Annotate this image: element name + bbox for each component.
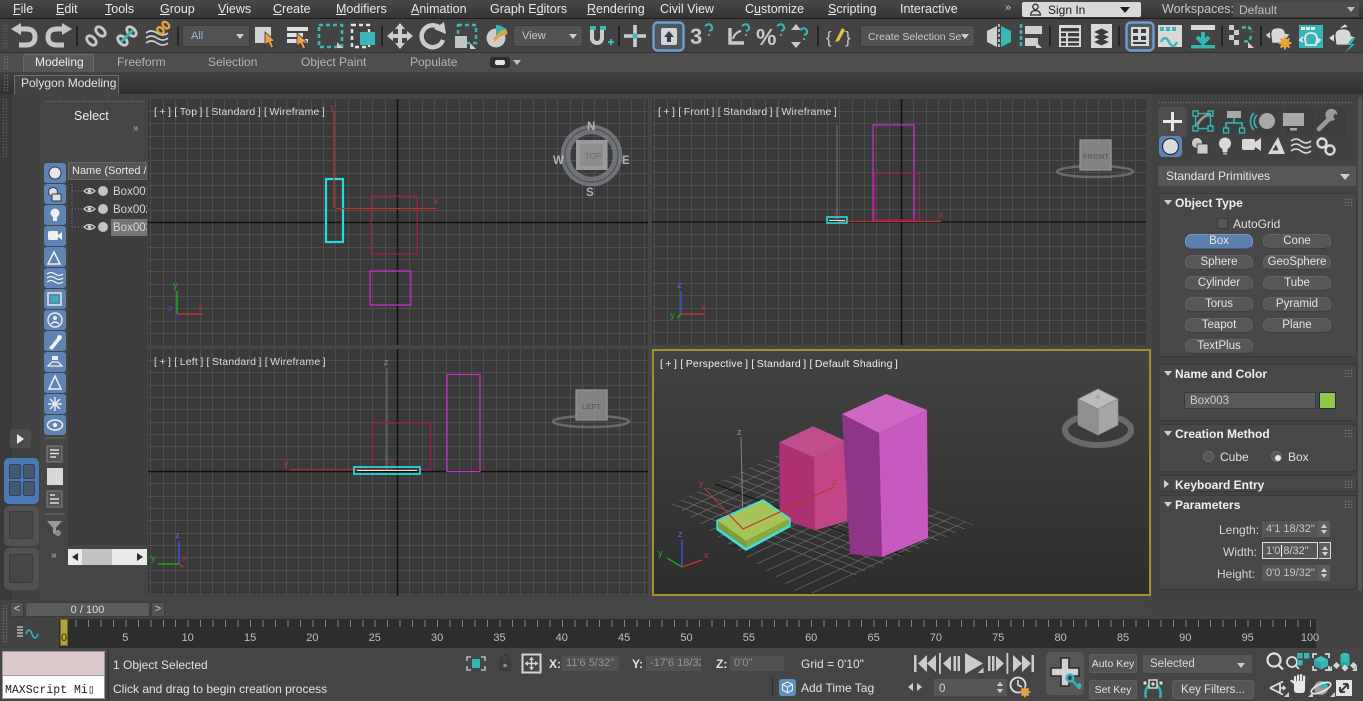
svg-text:y: y [330,102,335,112]
svg-text:Box003: Box003 [113,222,147,234]
svg-text:N: N [587,121,595,133]
svg-text:y: y [284,458,289,468]
svg-text:y: y [658,548,663,559]
svg-text:Box001: Box001 [113,186,147,198]
svg-text:x: x [182,553,187,564]
svg-text:z: z [384,357,389,367]
svg-text:E: E [622,155,630,167]
svg-text:S: S [586,187,594,199]
svg-text:Box002: Box002 [113,204,147,216]
svg-text:W: W [553,155,564,167]
svg-text:LEFT: LEFT [582,402,601,411]
svg-text:x: x [434,196,439,206]
svg-text:y: y [699,478,704,488]
svg-text:y: y [173,280,178,291]
svg-text:x: x [701,302,706,313]
svg-text:TOP: TOP [585,152,601,161]
svg-text:x: x [198,302,203,313]
svg-text:z: z [677,280,682,291]
svg-text:y: y [670,310,675,321]
svg-text:FRONT: FRONT [1083,152,1109,161]
svg-text:y: y [151,553,156,564]
svg-text:z: z [737,427,742,437]
svg-text:z: z [168,303,173,314]
svg-text:{: { [826,28,832,47]
svg-text:z: z [175,530,180,541]
svg-text:0: 0 [939,683,945,695]
svg-text:%: % [756,24,776,50]
svg-text:x: x [832,477,837,487]
svg-text:z: z [678,529,683,540]
svg-text:}: } [845,28,851,47]
svg-text:x: x [939,210,944,220]
svg-text:x: x [704,550,709,561]
svg-text:3: 3 [690,24,702,49]
